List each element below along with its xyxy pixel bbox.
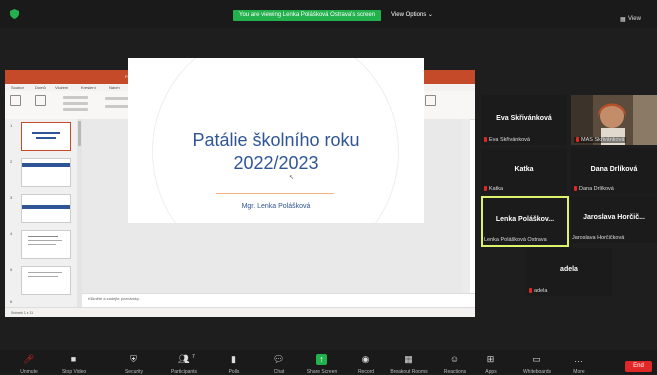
participant-name: adela bbox=[560, 266, 578, 273]
video-camera-icon: ■ bbox=[70, 354, 77, 364]
slide-divider bbox=[216, 193, 334, 194]
participant-label: adela bbox=[529, 288, 547, 294]
muted-mic-icon bbox=[484, 186, 487, 192]
participant-label: Eva Skřivánková bbox=[484, 137, 530, 143]
whiteboards-button[interactable]: ▭ Whiteboards bbox=[518, 352, 556, 375]
chat-bubble-icon: 💬︎ bbox=[273, 354, 285, 364]
participant-label: MAS Skřivánková bbox=[574, 137, 627, 143]
participant-tile[interactable]: Eva Skřivánková Eva Skřivánková bbox=[481, 95, 567, 145]
slide-author: Mgr. Lenka Polášková bbox=[241, 203, 311, 210]
participant-tile[interactable]: Jaroslava Horčič... Jaroslava Horčičková bbox=[571, 196, 657, 243]
paste-icon[interactable] bbox=[10, 95, 21, 106]
participant-name: Katka bbox=[514, 166, 534, 173]
slide-thumbnail[interactable] bbox=[21, 122, 71, 151]
chat-button[interactable]: 💬︎ Chat bbox=[260, 352, 298, 375]
view-button[interactable]: View bbox=[628, 16, 641, 22]
menu-item[interactable]: Návrh bbox=[109, 85, 120, 90]
shield-icon: ⛨ bbox=[130, 354, 137, 364]
new-slide-icon[interactable] bbox=[35, 95, 46, 106]
stop-video-button[interactable]: ■ Stop Video bbox=[55, 352, 93, 375]
slide-scrollbar[interactable] bbox=[462, 119, 470, 293]
share-screen-button[interactable]: ↑ Share Screen bbox=[303, 352, 341, 375]
grid-icon: ▦ bbox=[404, 354, 413, 364]
menu-item[interactable]: Kreslení bbox=[81, 85, 96, 90]
slide-subtitle: 2022/2023 bbox=[233, 153, 319, 173]
participant-name: Lenka Poláškov... bbox=[495, 216, 555, 223]
end-meeting-button[interactable]: End bbox=[625, 361, 652, 372]
designer-icon[interactable] bbox=[425, 95, 436, 106]
whiteboard-icon: ▭ bbox=[532, 354, 541, 364]
menu-item[interactable]: Domů bbox=[35, 85, 46, 90]
mouse-cursor-icon: ↖ bbox=[289, 175, 295, 181]
ellipsis-icon: … bbox=[574, 354, 583, 364]
slide-counter: Snímek 1 z 11 bbox=[11, 311, 34, 315]
muted-mic-icon: 🎤︎ bbox=[23, 354, 35, 364]
shield-icon[interactable] bbox=[10, 9, 19, 19]
participant-video-tile[interactable]: MAS Skřivánková bbox=[571, 95, 657, 145]
muted-mic-icon bbox=[574, 186, 577, 192]
viewing-banner: You are viewing Lenka Polášková Ostrava'… bbox=[233, 10, 381, 21]
notes-placeholder: Klikněte a zadejte poznámky. bbox=[88, 296, 140, 301]
participants-button[interactable]: 👥︎ 7 Participants bbox=[165, 352, 203, 375]
ppt-status-bar: Snímek 1 z 11 bbox=[5, 307, 475, 317]
muted-mic-icon bbox=[484, 137, 487, 143]
participant-label: Jaroslava Horčičková bbox=[572, 235, 625, 241]
slide-thumbnail[interactable] bbox=[21, 158, 71, 187]
slide-thumbnail[interactable] bbox=[21, 194, 71, 223]
notes-pane[interactable]: Klikněte a zadejte poznámky. bbox=[82, 293, 475, 304]
participant-label: Katka bbox=[484, 186, 503, 192]
slide-thumbnail[interactable] bbox=[21, 266, 71, 295]
bar-chart-icon: ▮ bbox=[231, 354, 236, 364]
participant-tile[interactable]: adela adela bbox=[526, 248, 612, 296]
grid-view-icon: ▦ bbox=[620, 17, 626, 23]
breakout-rooms-button[interactable]: ▦ Breakout Rooms bbox=[390, 352, 428, 375]
share-arrow-icon: ↑ bbox=[316, 354, 327, 365]
participant-name: Dana Drlíková bbox=[590, 166, 638, 173]
participant-tile[interactable]: Katka Katka bbox=[481, 148, 567, 194]
unmute-button[interactable]: 🎤︎ Unmute bbox=[10, 352, 48, 375]
muted-mic-icon bbox=[576, 137, 579, 143]
record-button[interactable]: ◉ Record bbox=[347, 352, 385, 375]
record-icon: ◉ bbox=[361, 354, 370, 364]
participant-label: Lenka Polášková Ostrava bbox=[484, 237, 547, 243]
slide-thumbnails: 1 2 3 4 5 6 bbox=[5, 119, 77, 307]
more-button[interactable]: … More bbox=[560, 352, 598, 375]
view-options-button[interactable]: View Options ⌄ bbox=[391, 10, 433, 21]
participants-count: 7 bbox=[192, 354, 195, 360]
participant-label: Dana Drlíková bbox=[574, 186, 614, 192]
menu-item[interactable]: Soubor bbox=[11, 85, 24, 90]
muted-mic-icon bbox=[529, 288, 532, 294]
people-icon: 👥︎ bbox=[178, 354, 190, 364]
slide-title: Patálie školního roku bbox=[192, 130, 360, 150]
reactions-button[interactable]: ☺ Reactions bbox=[436, 352, 474, 375]
active-speaker-tile[interactable]: Lenka Poláškov... Lenka Polášková Ostrav… bbox=[481, 196, 569, 247]
meeting-toolbar: 🎤︎ Unmute ■ Stop Video ⛨ Security 👥︎ 7 Partic… bbox=[0, 350, 657, 375]
apps-button[interactable]: ⊞ Apps bbox=[472, 352, 510, 375]
apps-icon: ⊞ bbox=[486, 354, 495, 364]
current-slide: Patálie školního roku 2022/2023 Mgr. Len… bbox=[128, 58, 424, 223]
participant-name: Eva Skřivánková bbox=[496, 115, 552, 122]
polls-button[interactable]: ▮ Polls bbox=[215, 352, 253, 375]
participant-tile[interactable]: Dana Drlíková Dana Drlíková bbox=[571, 148, 657, 194]
slide-thumbnail[interactable] bbox=[21, 230, 71, 259]
security-button[interactable]: ⛨ Security bbox=[115, 352, 153, 375]
participant-name: Jaroslava Horčič... bbox=[583, 214, 645, 221]
menu-item[interactable]: Vložení bbox=[55, 85, 68, 90]
smiley-icon: ☺ bbox=[449, 354, 460, 364]
